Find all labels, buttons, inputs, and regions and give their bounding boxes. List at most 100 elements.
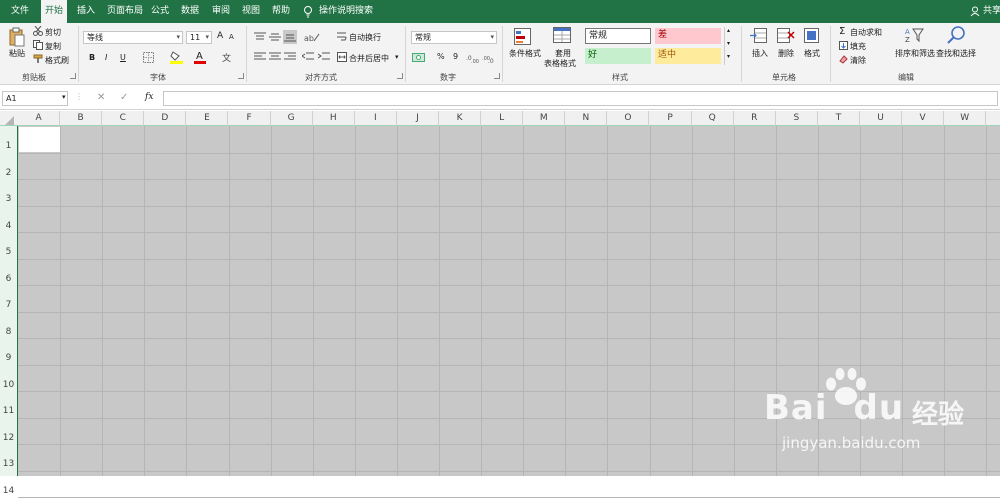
column-header-o[interactable]: O (607, 111, 650, 126)
insert-cells-button[interactable]: 插入 (752, 48, 768, 59)
phonetic-icon: 文 (222, 52, 231, 63)
format-cells-button[interactable]: 格式 (804, 48, 820, 59)
row-header-5[interactable]: 5 (0, 247, 17, 257)
underline-button[interactable]: U (120, 53, 126, 62)
row-header-10[interactable]: 10 (0, 380, 17, 390)
row-header-7[interactable]: 7 (0, 300, 17, 310)
insert-function-button[interactable]: fx (145, 92, 153, 102)
row-header-11[interactable]: 11 (0, 406, 17, 416)
autosum-button[interactable]: 自动求和 (850, 27, 882, 38)
clear-button[interactable]: 清除 (850, 55, 866, 66)
alignment-dialog-launcher[interactable] (397, 73, 403, 79)
font-size-select[interactable]: 11 ▾ (186, 31, 212, 44)
font-dialog-launcher[interactable] (238, 73, 244, 79)
column-header-c[interactable]: C (102, 111, 145, 126)
tab-file[interactable]: 文件 (11, 0, 29, 23)
column-header-d[interactable]: D (144, 111, 187, 126)
tab-data[interactable]: 数据 (181, 0, 199, 23)
tab-page-layout[interactable]: 页面布局 (107, 0, 143, 23)
number-format-select[interactable]: 常规 ▾ (411, 31, 497, 44)
tab-formulas[interactable]: 公式 (151, 0, 169, 23)
column-header-f[interactable]: F (229, 111, 271, 126)
grow-font-button[interactable]: A (217, 31, 223, 41)
row-header-9[interactable]: 9 (0, 353, 17, 363)
paste-button[interactable]: 粘贴 (9, 48, 25, 59)
align-bottom-icon[interactable] (283, 30, 297, 44)
row-header-4[interactable]: 4 (0, 221, 17, 231)
column-header-i[interactable]: I (355, 111, 397, 126)
comma-style-button[interactable]: 9 (453, 52, 458, 61)
cancel-entry-button[interactable]: ✕ (97, 92, 105, 103)
column-header-v[interactable]: V (902, 111, 945, 126)
tab-review[interactable]: 审阅 (212, 0, 230, 23)
column-header-l[interactable]: L (481, 111, 524, 126)
row-header-14[interactable]: 14 (0, 486, 17, 496)
tab-home[interactable]: 开始 (41, 0, 68, 23)
clipboard-dialog-launcher[interactable] (70, 73, 76, 79)
column-header-g[interactable]: G (271, 111, 313, 126)
select-all-corner[interactable] (5, 116, 14, 125)
delete-cells-button[interactable]: 删除 (778, 48, 794, 59)
formula-input[interactable] (163, 91, 998, 106)
column-header-p[interactable]: P (650, 111, 692, 126)
align-right-icon (284, 52, 296, 60)
column-header-t[interactable]: T (818, 111, 860, 126)
bold-button[interactable]: B (89, 53, 95, 62)
tab-view[interactable]: 视图 (242, 0, 260, 23)
column-header-m[interactable]: M (523, 111, 566, 126)
row-header-1[interactable]: 1 (0, 141, 17, 151)
merge-center-button[interactable]: 合并后居中 (349, 53, 389, 64)
chevron-down-icon[interactable]: ▾ (62, 93, 66, 101)
conditional-formatting-button[interactable]: 条件格式 (509, 48, 541, 59)
italic-button[interactable]: I (105, 53, 107, 62)
column-header-j[interactable]: J (397, 111, 439, 126)
column-header-a[interactable]: A (18, 111, 61, 126)
percent-style-button[interactable]: % (437, 52, 445, 61)
find-select-button[interactable]: 查找和选择 (936, 48, 976, 59)
fill-button[interactable]: 填充 (850, 41, 866, 52)
row-header-13[interactable]: 13 (0, 459, 17, 469)
column-header-s[interactable]: S (776, 111, 818, 126)
column-header-w[interactable]: W (944, 111, 987, 126)
tell-me-search[interactable]: 操作说明搜索 (319, 0, 373, 23)
font-color-icon: A (194, 51, 206, 64)
svg-text:.0: .0 (488, 58, 494, 63)
column-header-h[interactable]: H (313, 111, 355, 126)
column-header-k[interactable]: K (439, 111, 482, 126)
sort-filter-button[interactable]: 排序和筛选 (895, 48, 935, 59)
number-dialog-launcher[interactable] (494, 73, 500, 79)
row-header-2[interactable]: 2 (0, 168, 17, 178)
row-header-8[interactable]: 8 (0, 327, 17, 337)
style-normal[interactable]: 常规 (585, 28, 651, 44)
format-as-table-line2[interactable]: 表格格式 (544, 58, 576, 69)
font-name-select[interactable]: 等线 ▾ (83, 31, 183, 44)
drag-handle[interactable]: ⋮ (75, 92, 83, 101)
style-bad[interactable]: 差 (655, 28, 721, 44)
tab-insert[interactable]: 插入 (77, 0, 95, 23)
column-header-e[interactable]: E (186, 111, 229, 126)
styles-gallery-scroll[interactable]: ▴ ▾ ▾ (724, 27, 734, 65)
copy-icon (33, 40, 43, 50)
active-cell-a1[interactable] (19, 127, 60, 152)
column-header-q[interactable]: Q (692, 111, 734, 126)
shrink-font-button[interactable]: A (229, 33, 234, 41)
style-good[interactable]: 好 (585, 48, 651, 64)
merge-dropdown-arrow[interactable]: ▾ (395, 53, 399, 61)
wrap-text-button[interactable]: 自动换行 (349, 32, 381, 43)
chevron-up-icon: ▴ (727, 27, 731, 34)
row-header-3[interactable]: 3 (0, 194, 17, 204)
style-neutral[interactable]: 适中 (655, 48, 721, 64)
column-header-b[interactable]: B (60, 111, 103, 126)
copy-button[interactable]: 复制 (45, 41, 61, 52)
cut-button[interactable]: 剪切 (45, 27, 61, 38)
column-header-n[interactable]: N (565, 111, 608, 126)
format-painter-button[interactable]: 格式刷 (45, 55, 69, 66)
name-box[interactable]: A1 (2, 91, 68, 106)
share-button[interactable]: 共享 (983, 0, 1000, 23)
tab-help[interactable]: 帮助 (272, 0, 290, 23)
row-header-12[interactable]: 12 (0, 433, 17, 443)
column-header-r[interactable]: R (734, 111, 776, 126)
row-header-6[interactable]: 6 (0, 274, 17, 284)
enter-entry-button[interactable]: ✓ (120, 92, 128, 103)
column-header-u[interactable]: U (860, 111, 903, 126)
